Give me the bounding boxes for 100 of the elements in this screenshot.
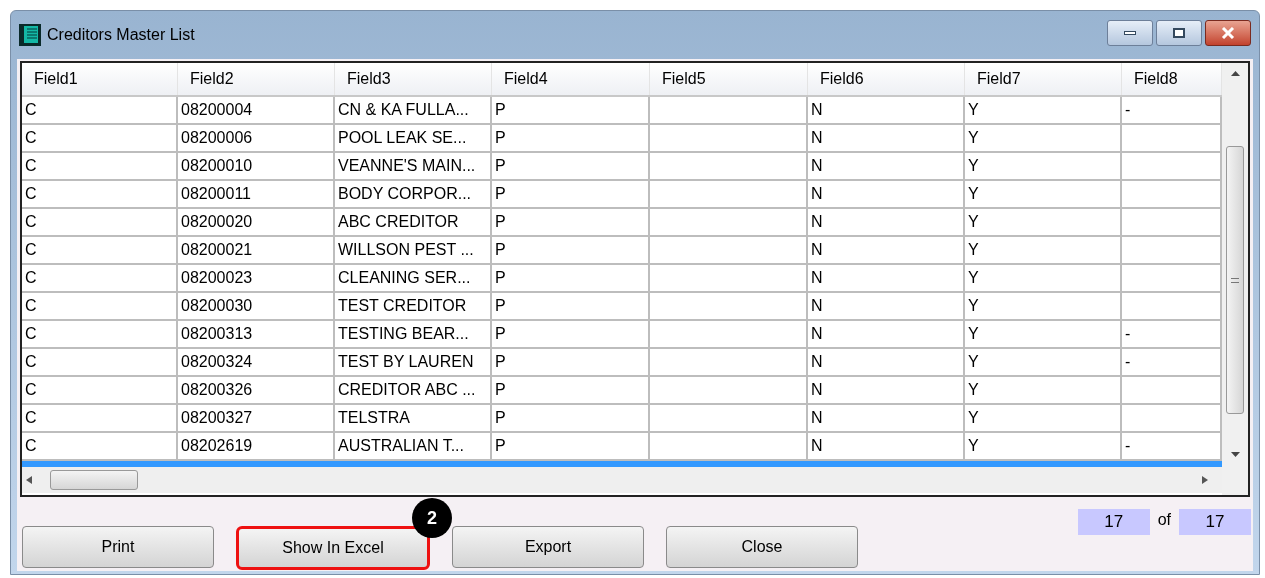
- table-cell: Y: [968, 269, 979, 286]
- horizontal-scrollbar[interactable]: [22, 467, 1222, 493]
- table-cell: 08200006: [181, 129, 253, 146]
- table-cell: Y: [968, 437, 979, 454]
- table-cell: Y: [968, 213, 979, 230]
- table-cell: Y: [968, 241, 979, 258]
- table-cell: WILLSON PEST ...: [338, 241, 474, 258]
- table-cell: C: [25, 129, 37, 146]
- action-button[interactable]: Print: [22, 526, 214, 568]
- table-cell: 08200326: [181, 381, 253, 398]
- table-cell: -: [1125, 437, 1131, 454]
- column-header[interactable]: Field7: [965, 63, 1122, 95]
- step-badge: 2: [412, 498, 452, 538]
- table-cell: POOL LEAK SE...: [338, 129, 467, 146]
- table-cell: Y: [968, 129, 979, 146]
- column-header[interactable]: Field3: [335, 63, 492, 95]
- action-button[interactable]: Close: [666, 526, 858, 568]
- table-cell: 08200030: [181, 297, 253, 314]
- table-cell: BODY CORPOR...: [338, 185, 472, 202]
- table-cell: P: [495, 241, 506, 258]
- table-cell: N: [811, 241, 823, 258]
- action-button[interactable]: Export: [452, 526, 644, 568]
- table-cell: P: [495, 437, 506, 454]
- table-cell: Y: [968, 157, 979, 174]
- table-cell: 08202619: [181, 437, 253, 454]
- table-cell: P: [495, 101, 506, 118]
- table-cell: P: [495, 269, 506, 286]
- table-cell: CLEANING SER...: [338, 269, 471, 286]
- table-cell: P: [495, 297, 506, 314]
- table-cell: N: [811, 129, 823, 146]
- maximize-button[interactable]: [1156, 20, 1202, 46]
- scroll-thumb[interactable]: [50, 470, 138, 490]
- table-cell: ABC CREDITOR: [338, 213, 459, 230]
- table-cell: Y: [968, 101, 979, 118]
- minimize-button[interactable]: [1107, 20, 1153, 46]
- table-cell: N: [811, 381, 823, 398]
- vertical-scrollbar[interactable]: [1222, 63, 1248, 495]
- table-cell: P: [495, 185, 506, 202]
- table-cell: P: [495, 129, 506, 146]
- table-cell: CREDITOR ABC ...: [338, 381, 476, 398]
- table-cell: C: [25, 381, 37, 398]
- table-cell: TEST BY LAUREN: [338, 353, 474, 370]
- table-cell: Y: [968, 409, 979, 426]
- table-cell: Y: [968, 297, 979, 314]
- table-cell: C: [25, 353, 37, 370]
- table-cell: Y: [968, 381, 979, 398]
- table-cell: P: [495, 157, 506, 174]
- close-icon[interactable]: [1205, 20, 1251, 46]
- table-cell: 08200324: [181, 353, 253, 370]
- table-cell: N: [811, 157, 823, 174]
- table-cell: TESTING BEAR...: [338, 325, 469, 342]
- table-cell: -: [1125, 353, 1131, 370]
- action-button[interactable]: Show In Excel: [236, 526, 430, 570]
- table-cell: C: [25, 101, 37, 118]
- table-cell: AUSTRALIAN T...: [338, 437, 464, 454]
- table-cell: P: [495, 409, 506, 426]
- column-header[interactable]: Field4: [492, 63, 650, 95]
- table-cell: VEANNE'S MAIN...: [338, 157, 476, 174]
- table-cell: C: [25, 185, 37, 202]
- scroll-left-icon[interactable]: [26, 476, 32, 484]
- table-cell: 08200004: [181, 101, 253, 118]
- table-cell: TELSTRA: [338, 409, 410, 426]
- table-cell: C: [25, 437, 37, 454]
- table-cell: 08200010: [181, 157, 253, 174]
- scroll-thumb[interactable]: [1226, 146, 1244, 414]
- table-cell: P: [495, 381, 506, 398]
- table-cell: C: [25, 409, 37, 426]
- table-cell: C: [25, 241, 37, 258]
- table-cell: -: [1125, 325, 1131, 342]
- table-cell: Y: [968, 325, 979, 342]
- app-icon: [19, 24, 41, 46]
- table-cell: 08200011: [181, 185, 251, 202]
- table-cell: C: [25, 213, 37, 230]
- table-cell: 08200021: [181, 241, 253, 258]
- window-title: Creditors Master List: [47, 25, 195, 45]
- table-cell: 08200327: [181, 409, 253, 426]
- table-cell: N: [811, 409, 823, 426]
- table-cell: N: [811, 185, 823, 202]
- record-number-field[interactable]: 17: [1077, 509, 1150, 535]
- table-cell: -: [1125, 101, 1131, 118]
- table-cell: C: [25, 325, 37, 342]
- scroll-down-icon[interactable]: [1230, 452, 1240, 457]
- table-cell: 08200313: [181, 325, 253, 342]
- table-cell: N: [811, 353, 823, 370]
- column-header[interactable]: Field5: [650, 63, 808, 95]
- table-cell: C: [25, 269, 37, 286]
- column-header[interactable]: Field6: [808, 63, 965, 95]
- table-cell: C: [25, 157, 37, 174]
- scroll-right-icon[interactable]: [1202, 476, 1208, 484]
- table-cell: 08200023: [181, 269, 253, 286]
- scroll-up-icon[interactable]: [1230, 71, 1240, 76]
- table-cell: P: [495, 213, 506, 230]
- table-cell: N: [811, 213, 823, 230]
- column-header[interactable]: Field1: [22, 63, 178, 95]
- table-cell: P: [495, 353, 506, 370]
- column-header[interactable]: Field2: [178, 63, 335, 95]
- record-total-field: 17: [1179, 509, 1251, 535]
- table-cell: 08200020: [181, 213, 253, 230]
- table-cell: CN & KA FULLA...: [338, 101, 469, 118]
- table-cell: N: [811, 325, 823, 342]
